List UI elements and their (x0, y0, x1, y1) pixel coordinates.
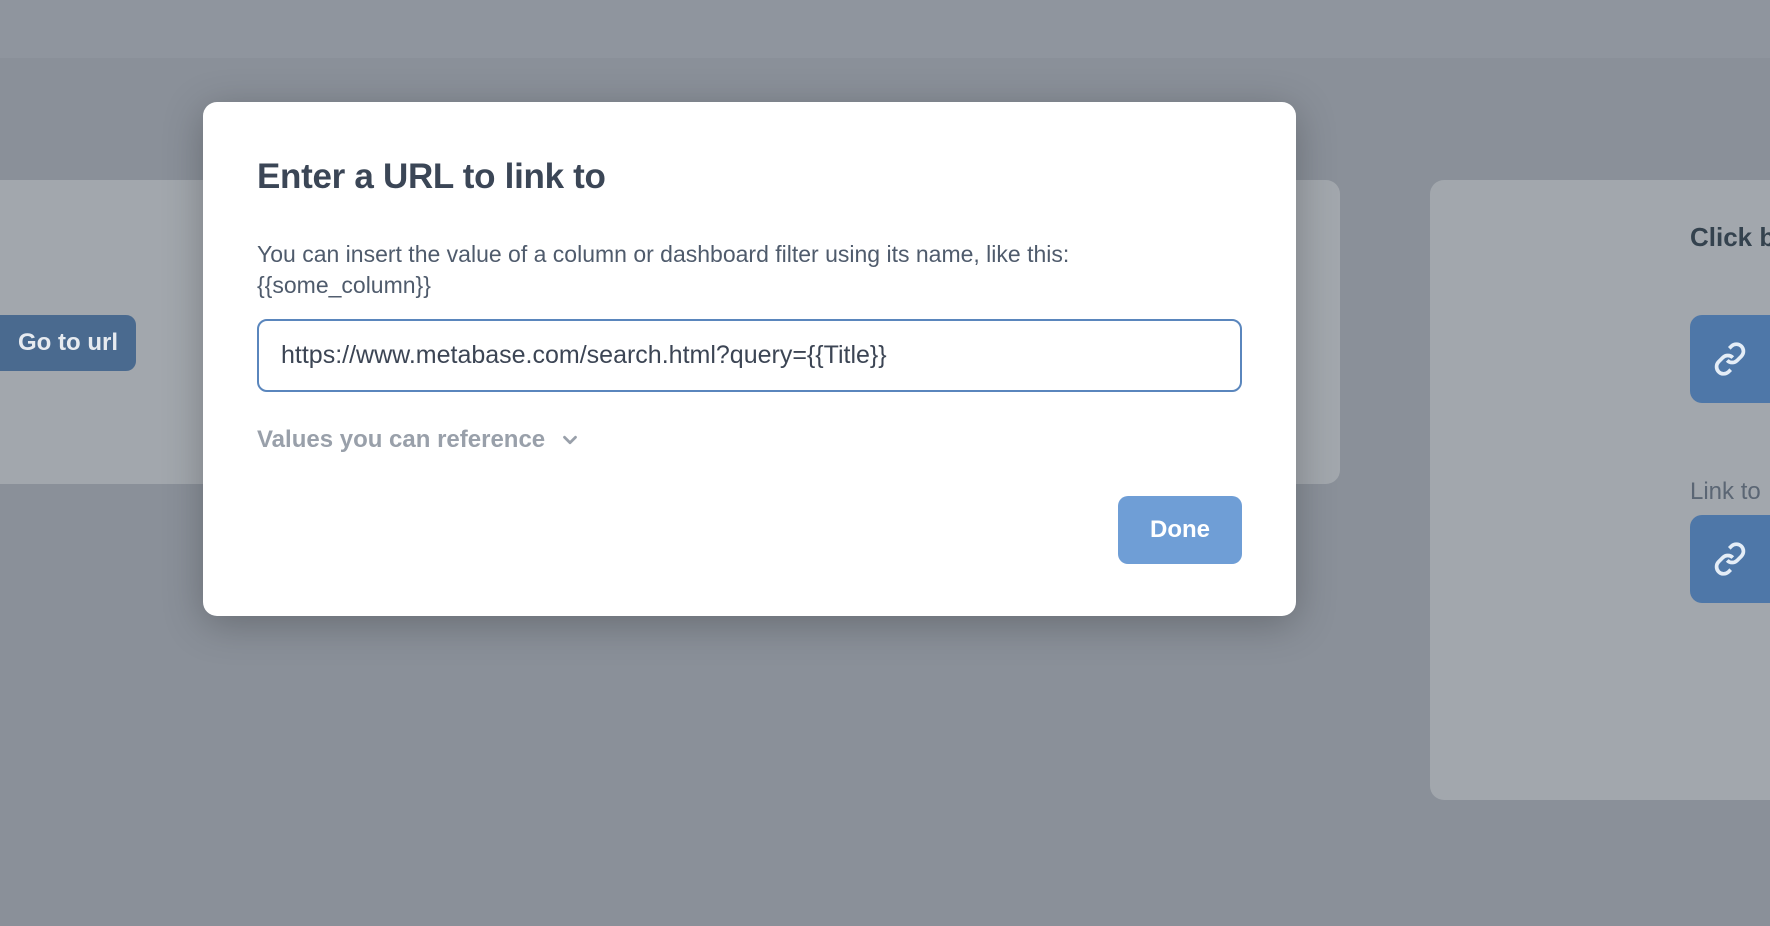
values-reference-toggle[interactable]: Values you can reference (257, 426, 581, 454)
url-link-modal: Enter a URL to link to You can insert th… (203, 102, 1296, 616)
modal-footer: Done (257, 496, 1242, 564)
values-reference-label: Values you can reference (257, 426, 545, 454)
modal-description: You can insert the value of a column or … (257, 239, 1242, 301)
modal-overlay: Enter a URL to link to You can insert th… (0, 0, 1770, 926)
modal-title: Enter a URL to link to (257, 157, 1242, 197)
chevron-down-icon (559, 429, 581, 451)
done-button[interactable]: Done (1118, 496, 1242, 564)
url-input[interactable] (257, 319, 1242, 392)
